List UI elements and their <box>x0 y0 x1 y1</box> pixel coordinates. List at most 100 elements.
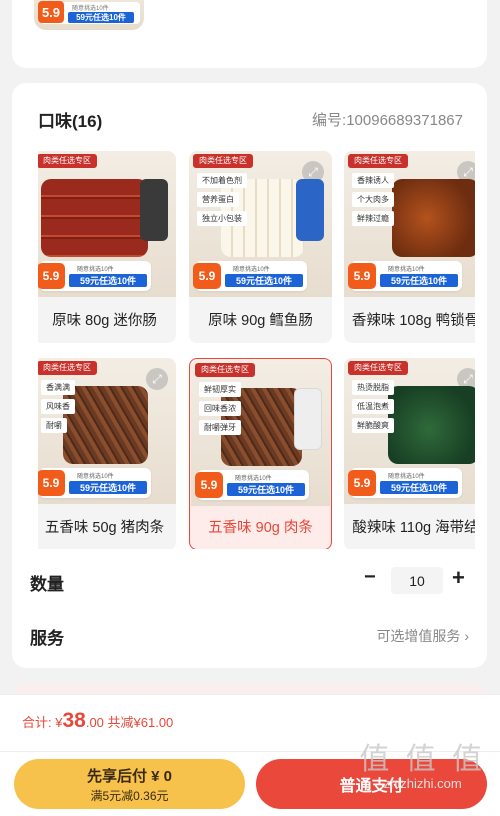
sku-selection-card: 口味(16) 编号:10096689371867 肉类任选专区 5.9 随意挑选… <box>12 83 487 668</box>
promo-text: 59元任选10件 <box>380 481 458 494</box>
discount-text: 共减¥61.00 <box>103 715 174 730</box>
promo-note: 随意挑选10件 <box>77 474 114 480</box>
claim-text: 耐嚼 <box>41 418 67 433</box>
claim-text: 独立小包装 <box>197 211 247 226</box>
variant-label: 原味 80g 迷你肠 <box>52 312 157 329</box>
promo-banner: 5.9 随意挑选10件 59元任选10件 <box>348 468 462 498</box>
claims-list: 不加着色剂 营养蛋白 独立小包装 <box>197 173 247 226</box>
quantity-title: 数量 <box>30 575 64 594</box>
zone-tag: 肉类任选专区 <box>348 361 408 375</box>
variant-image: 肉类任选专区 5.9 随意挑选10件 59元任选10件 <box>38 151 176 297</box>
claims-list: 鲜韧厚实 回味香浓 耐嚼弹牙 <box>199 382 241 435</box>
flavor-grid: 肉类任选专区 5.9 随意挑选10件 59元任选10件 原味 80g 迷你肠 肉… <box>38 151 475 549</box>
claim-text: 鲜脆酸爽 <box>352 418 394 433</box>
watermark-url: zhizhizhi.com <box>383 776 462 791</box>
promo-banner: 5.9 随意挑选10件 59元任选10件 <box>348 261 462 291</box>
increase-quantity-button[interactable]: + <box>452 565 465 591</box>
claim-text: 热烫脱脂 <box>352 380 394 395</box>
watermark-logo: 值 值 值 <box>359 743 486 776</box>
promo-text: 59元任选10件 <box>225 274 303 287</box>
variant-label: 酸辣味 110g 海带结 <box>352 519 475 536</box>
total-label: 合计: <box>22 715 56 730</box>
pay-later-button[interactable]: 先享后付 ¥ 0 满5元减0.36元 <box>14 759 245 809</box>
variant-option[interactable]: 肉类任选专区 ⤢ 不加着色剂 营养蛋白 独立小包装 5.9 随意挑选10件 59… <box>189 151 332 343</box>
price-badge: 5.9 <box>38 263 65 289</box>
flavor-section-title: 口味(16) <box>38 112 103 131</box>
claim-text: 风味香 <box>41 399 75 414</box>
variant-label: 五香味 50g 猪肉条 <box>44 519 165 536</box>
promo-note: 随意挑选10件 <box>388 474 425 480</box>
price-badge: 5.9 <box>193 263 221 289</box>
variant-image: 肉类任选专区 ⤢ 热烫脱脂 低温泡煮 鲜脆酸爽 5.9 随意挑选10件 59元任… <box>344 358 475 504</box>
variant-option[interactable]: 肉类任选专区 ⤢ 香满满 风味香 耐嚼 5.9 随意挑选10件 59元任选10件… <box>38 358 176 549</box>
order-total: 合计: ¥38.00 共减¥61.00 <box>22 709 173 733</box>
variant-image: 肉类任选专区 ⤢ 香辣诱人 个大肉多 鲜辣过瘾 5.9 随意挑选10件 59元任… <box>344 151 475 297</box>
claim-text: 耐嚼弹牙 <box>199 420 241 435</box>
promo-text: 59元任选10件 <box>69 274 147 287</box>
kelp-knot-image <box>388 386 475 464</box>
promo-banner: 5.9 随意挑选10件 59元任选10件 <box>38 468 151 498</box>
variant-image: 肉类任选专区 鲜韧厚实 回味香浓 耐嚼弹牙 5.9 随意挑选10件 59元任选1… <box>191 360 330 506</box>
expand-arrows-icon[interactable]: ⤢ <box>146 368 168 390</box>
claims-list: 热烫脱脂 低温泡煮 鲜脆酸爽 <box>352 380 394 433</box>
promo-note: 随意挑选10件 <box>72 6 109 12</box>
claim-text: 回味香浓 <box>199 401 241 416</box>
zone-tag: 肉类任选专区 <box>195 363 255 377</box>
claims-list: 香满满 风味香 耐嚼 <box>41 380 75 433</box>
zone-tag: 肉类任选专区 <box>193 154 253 168</box>
claim-text: 不加着色剂 <box>197 173 247 188</box>
promo-text: 59元任选10件 <box>69 481 147 494</box>
decrease-quantity-button[interactable]: − <box>364 566 376 589</box>
duck-neck-image <box>392 179 475 257</box>
product-thumbnail[interactable]: 5.9 随意挑选10件 59元任选10件 <box>34 0 144 30</box>
variant-label: 原味 90g 鳕鱼肠 <box>208 312 313 329</box>
previous-product-card: 5.9 随意挑选10件 59元任选10件 <box>12 0 487 68</box>
pork-strip-image <box>63 386 148 464</box>
variant-option-selected[interactable]: 肉类任选专区 鲜韧厚实 回味香浓 耐嚼弹牙 5.9 随意挑选10件 59元任选1… <box>189 358 332 549</box>
promo-banner: 5.9 随意挑选10件 59元任选10件 <box>195 470 309 500</box>
price-badge: 5.9 <box>38 470 65 496</box>
variant-label: 五香味 90g 肉条 <box>208 519 313 536</box>
claim-text: 个大肉多 <box>352 192 394 207</box>
package-image <box>140 179 168 241</box>
package-image <box>294 388 322 450</box>
total-decimal: .00 <box>85 715 104 730</box>
item-code: 编号:10096689371867 <box>312 112 463 129</box>
claim-text: 营养蛋白 <box>197 192 239 207</box>
claims-list: 香辣诱人 个大肉多 鲜辣过瘾 <box>352 173 394 226</box>
zone-tag: 肉类任选专区 <box>38 154 97 168</box>
variant-option[interactable]: 肉类任选专区 5.9 随意挑选10件 59元任选10件 原味 80g 迷你肠 <box>38 151 176 343</box>
price-badge: 5.9 <box>195 472 223 498</box>
claim-text: 鲜辣过瘾 <box>352 211 394 226</box>
price-badge: 5.9 <box>38 1 64 23</box>
package-image <box>296 179 324 241</box>
variant-option[interactable]: 肉类任选专区 ⤢ 香辣诱人 个大肉多 鲜辣过瘾 5.9 随意挑选10件 59元任… <box>344 151 475 343</box>
zone-tag: 肉类任选专区 <box>38 361 97 375</box>
claim-text: 鲜韧厚实 <box>199 382 241 397</box>
price-badge: 5.9 <box>348 263 376 289</box>
claim-text: 低温泡煮 <box>352 399 394 414</box>
promo-text: 59元任选10件 <box>380 274 458 287</box>
promo-note: 随意挑选10件 <box>233 267 270 273</box>
price-badge: 5.9 <box>348 470 376 496</box>
pay-later-label: 先享后付 ¥ 0 <box>86 768 173 785</box>
promo-note: 随意挑选10件 <box>77 267 114 273</box>
variant-option[interactable]: 肉类任选专区 ⤢ 热烫脱脂 低温泡煮 鲜脆酸爽 5.9 随意挑选10件 59元任… <box>344 358 475 549</box>
promo-banner: 5.9 随意挑选10件 59元任选10件 <box>193 261 307 291</box>
zone-tag: 肉类任选专区 <box>348 154 408 168</box>
promo-text: 59元任选10件 <box>227 483 305 496</box>
quantity-input[interactable]: 10 <box>391 567 443 594</box>
claim-text: 香辣诱人 <box>352 173 394 188</box>
promo-note: 随意挑选10件 <box>388 267 425 273</box>
variant-label: 香辣味 108g 鸭锁骨 <box>351 312 475 329</box>
pay-later-discount: 满5元减0.36元 <box>90 789 169 803</box>
sausage-image <box>41 179 148 257</box>
promo-banner: 5.9 随意挑选10件 59元任选10件 <box>38 261 151 291</box>
total-amount: 38 <box>62 709 86 732</box>
claim-text: 香满满 <box>41 380 75 395</box>
site-watermark: 值 值 值 zhizhizhi.com <box>359 734 486 791</box>
variant-image: 肉类任选专区 ⤢ 不加着色剂 营养蛋白 独立小包装 5.9 随意挑选10件 59… <box>189 151 332 297</box>
variant-image: 肉类任选专区 ⤢ 香满满 风味香 耐嚼 5.9 随意挑选10件 59元任选10件 <box>38 358 176 504</box>
value-added-service-link[interactable]: 可选增值服务 › <box>376 626 469 646</box>
promo-note: 随意挑选10件 <box>235 476 272 482</box>
